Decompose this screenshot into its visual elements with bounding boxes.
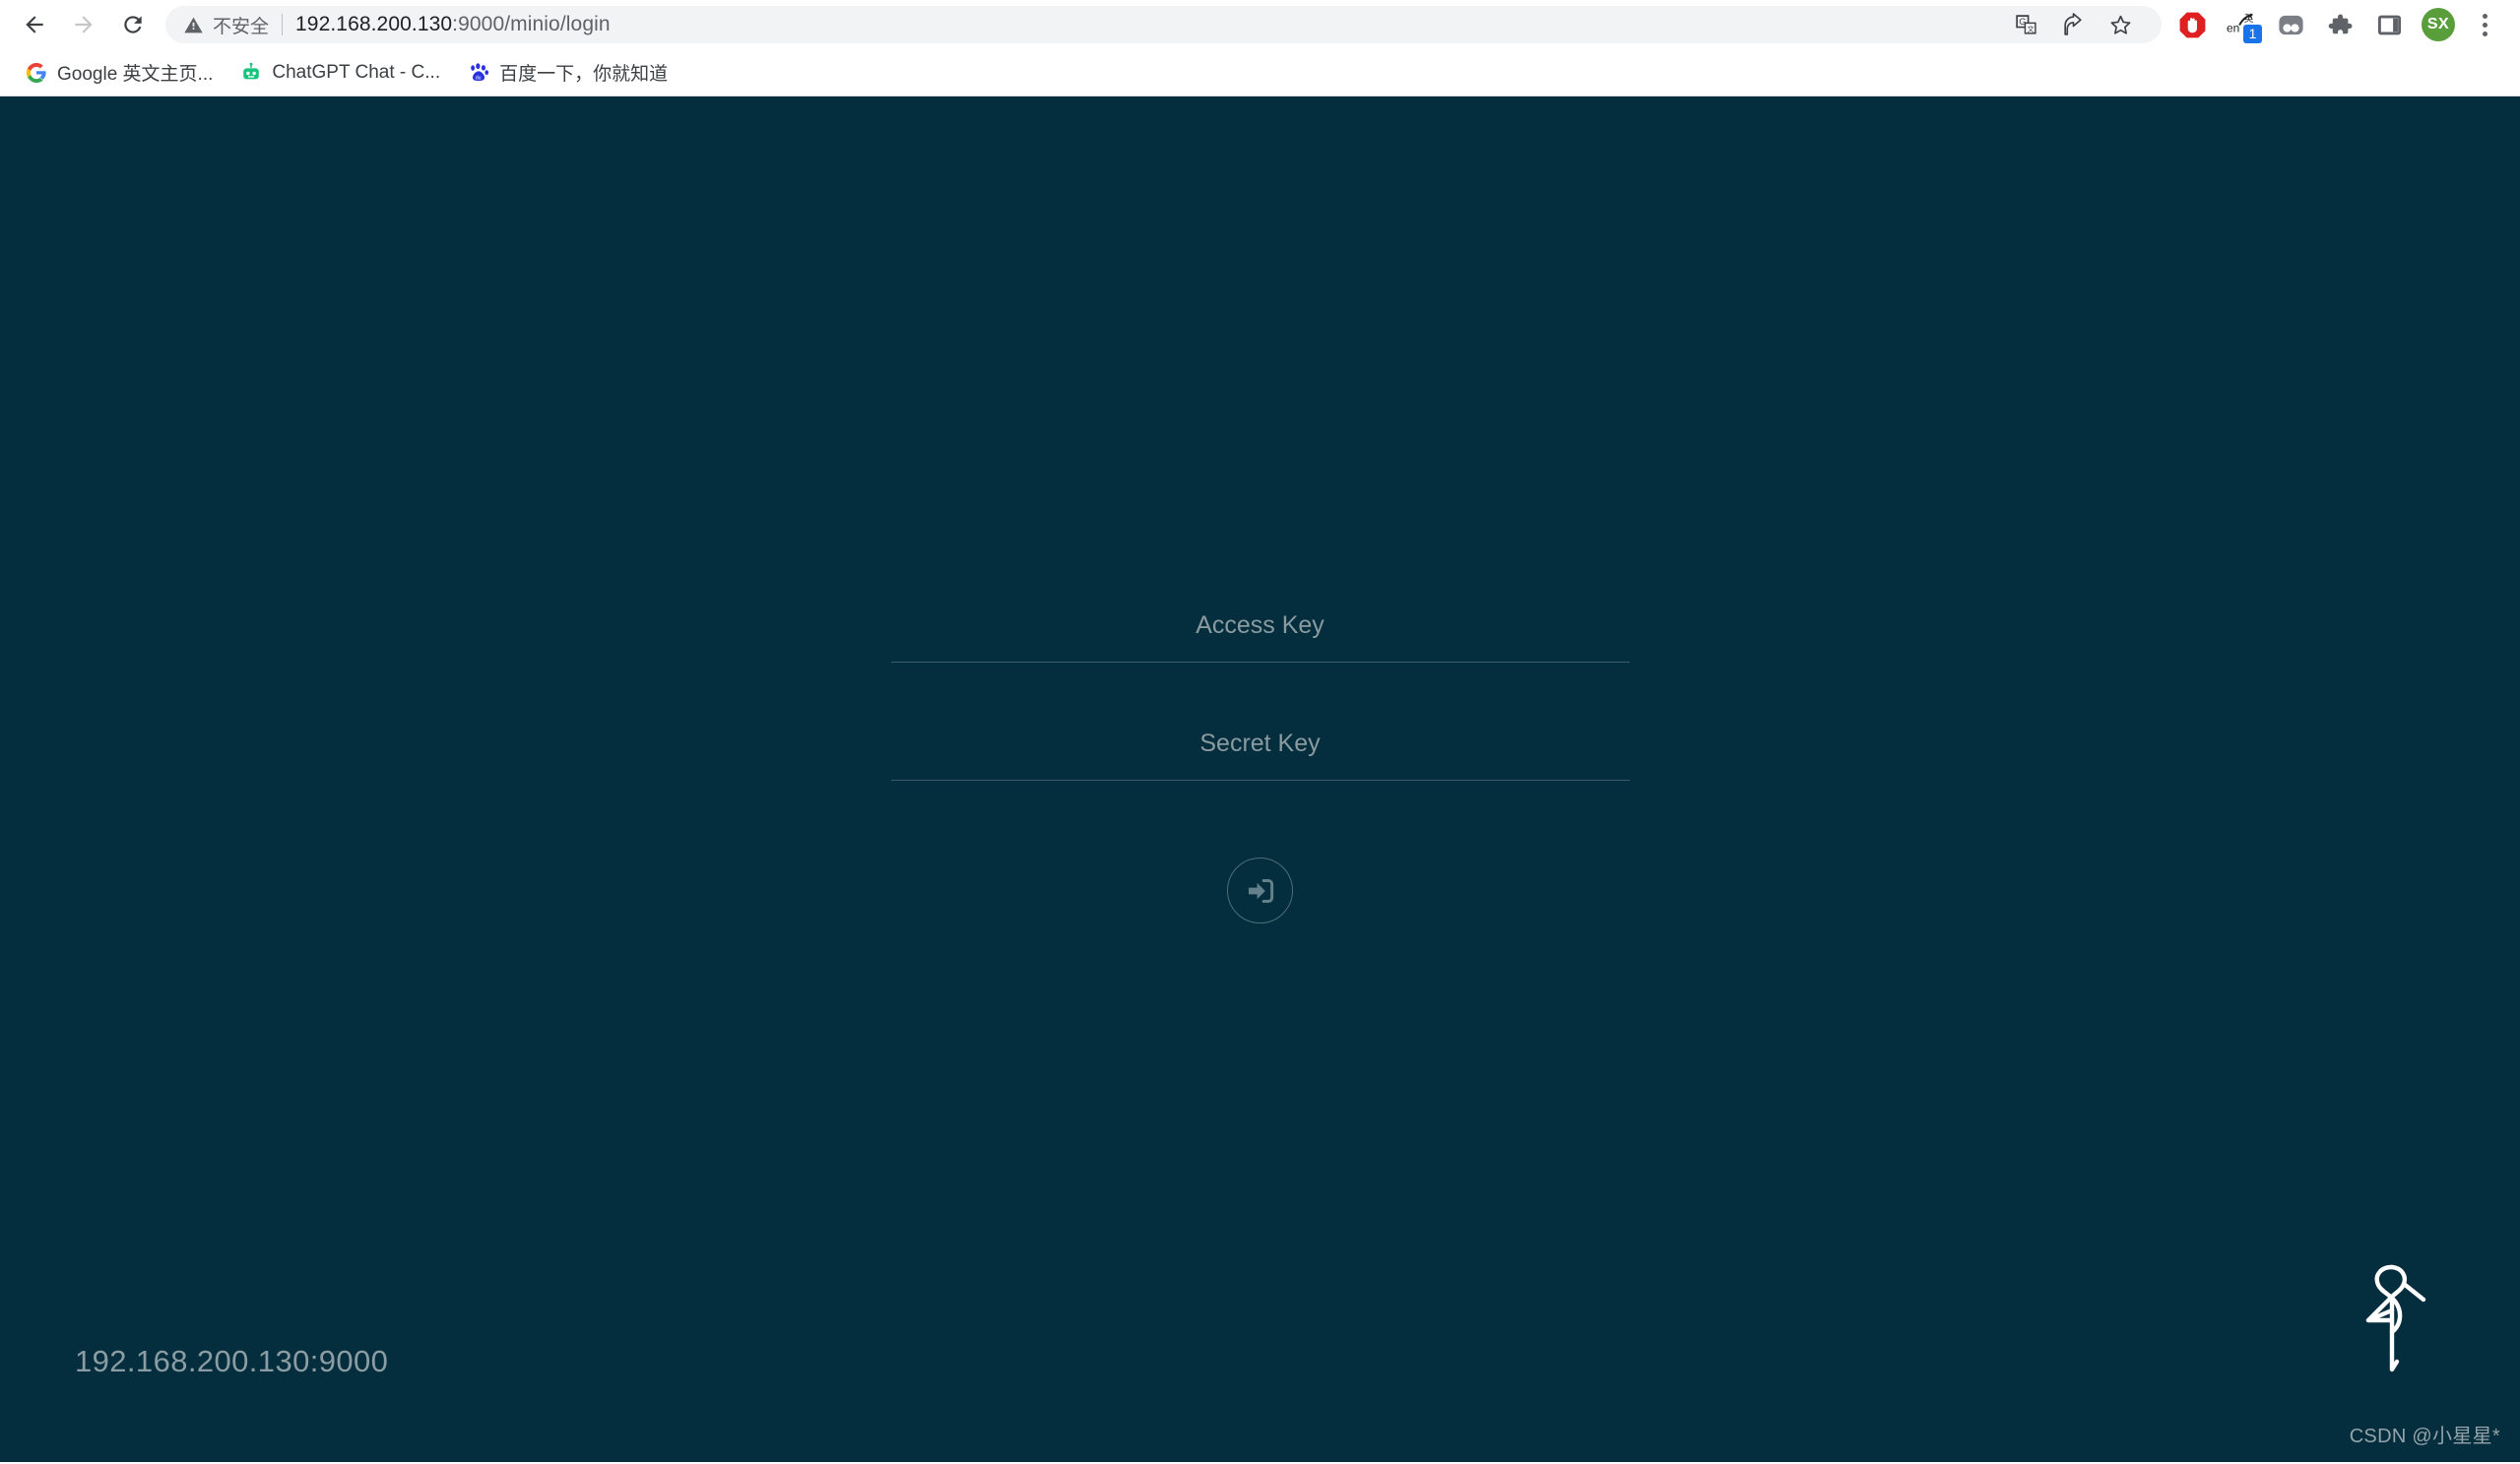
capsule-extension-icon[interactable] (2266, 0, 2315, 49)
host-label: 192.168.200.130:9000 (75, 1344, 389, 1378)
url-path: :9000/minio/login (452, 13, 611, 35)
chrome-menu-button[interactable] (2463, 0, 2506, 49)
google-icon (26, 62, 47, 84)
translate-icon[interactable]: G 文 (2002, 6, 2049, 43)
forward-button[interactable] (59, 0, 108, 49)
minio-logo (2347, 1259, 2437, 1377)
url-host: 192.168.200.130 (295, 13, 453, 35)
reload-icon (124, 16, 142, 33)
bookmark-star-icon[interactable] (2097, 6, 2144, 43)
url-text: 192.168.200.130:9000/minio/login (295, 13, 611, 36)
baidu-icon: du (468, 62, 489, 84)
omnibox-actions: G 文 (2002, 6, 2144, 43)
back-button[interactable] (10, 0, 59, 49)
menu-dot (2482, 22, 2488, 28)
login-submit-button[interactable] (1227, 858, 1293, 923)
csdn-watermark: CSDN @小星星* (2349, 1426, 2500, 1447)
adblock-icon[interactable] (2167, 0, 2217, 49)
secret-key-input[interactable] (890, 707, 1630, 780)
bookmark-label: 百度一下，你就知道 (499, 64, 669, 85)
bookmark-chatgpt[interactable]: ChatGPT Chat - C... (228, 56, 452, 90)
omnibox-divider (282, 14, 284, 35)
profile-avatar[interactable]: SX (2414, 0, 2463, 49)
svg-text:文: 文 (2027, 24, 2035, 32)
svg-text:du: du (476, 75, 482, 81)
minio-login-page: 192.168.200.130:9000 CSDN @小星星* (0, 96, 2520, 1462)
login-arrow-icon (1248, 878, 1273, 903)
bookmark-label: ChatGPT Chat - C... (272, 61, 441, 83)
chatgpt-icon (240, 62, 262, 84)
extension-badge-count: 1 (2243, 25, 2262, 43)
bookmark-baidu[interactable]: du 百度一下，你就知道 (456, 53, 679, 92)
menu-dot (2482, 13, 2488, 19)
secret-key-field[interactable] (890, 707, 1630, 781)
side-panel-icon[interactable] (2364, 0, 2414, 49)
bookmark-label: Google 英文主页... (57, 64, 214, 85)
extensions-tray: en 英 1 SX (2167, 0, 2506, 49)
access-key-field[interactable] (890, 589, 1630, 663)
login-button-row (891, 858, 1630, 923)
svg-text:en: en (2227, 21, 2239, 34)
not-secure-label: 不安全 (213, 16, 270, 37)
browser-chrome: 不安全 192.168.200.130:9000/minio/login G 文 (0, 0, 2520, 96)
svg-text:英: 英 (2243, 12, 2253, 24)
back-arrow-icon (26, 16, 43, 33)
access-key-input[interactable] (890, 589, 1630, 662)
not-secure-warning-icon[interactable] (183, 15, 204, 35)
extensions-puzzle-icon[interactable] (2315, 0, 2364, 49)
login-form (890, 589, 1630, 923)
avatar: SX (2422, 8, 2455, 41)
reload-button[interactable] (108, 0, 158, 49)
menu-dot (2482, 31, 2488, 36)
bookmarks-bar: Google 英文主页... ChatGPT Chat - C... du 百度… (0, 49, 2520, 95)
address-bar[interactable]: 不安全 192.168.200.130:9000/minio/login G 文 (165, 6, 2162, 43)
forward-arrow-icon (75, 16, 93, 33)
translate-extension-icon[interactable]: en 英 1 (2217, 0, 2266, 49)
share-icon[interactable] (2049, 6, 2097, 43)
browser-toolbar: 不安全 192.168.200.130:9000/minio/login G 文 (0, 0, 2520, 49)
bookmark-google[interactable]: Google 英文主页... (14, 53, 225, 92)
